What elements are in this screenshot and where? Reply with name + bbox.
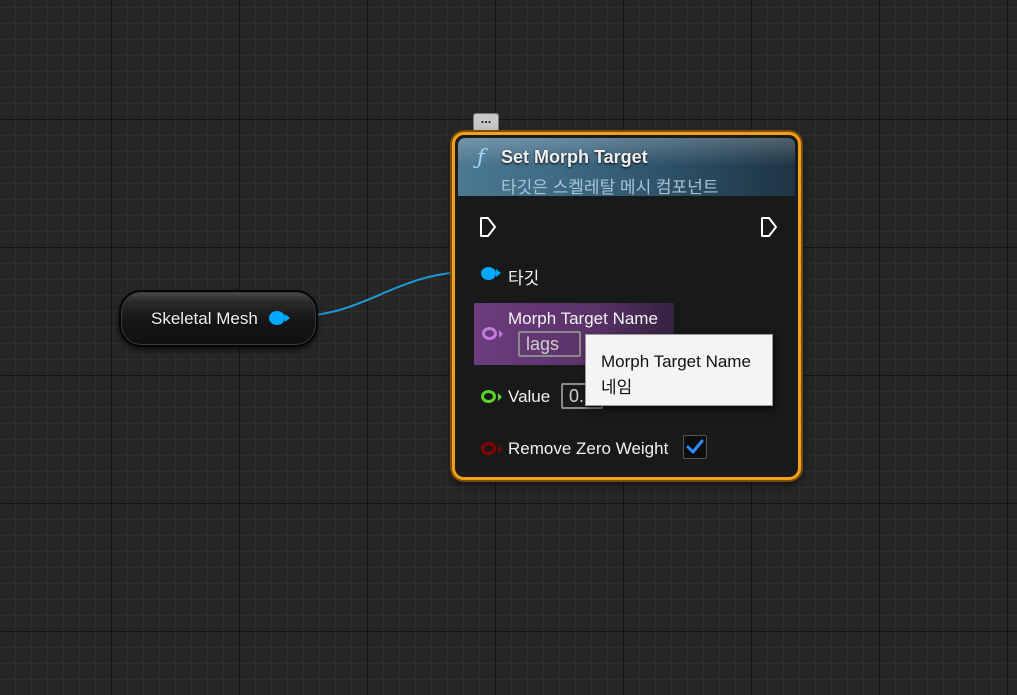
exec-input-arrow-icon[interactable] [479,216,497,238]
skeletal-mesh-output-pin[interactable] [269,311,290,325]
target-input-pin[interactable] [481,267,501,280]
morph-target-name-label: Morph Target Name [508,309,658,328]
skeletal-mesh-label: Skeletal Mesh [151,309,258,328]
target-label: 타깃 [508,269,540,288]
tooltip-title: Morph Target Name [601,352,751,371]
node-body: ƒ Set Morph Target 타깃은 스켈레탈 메시 컴포넌트 타깃 M… [458,138,795,474]
value-pin-arrow-icon [498,393,502,401]
remove-zero-weight-pin-arrow-icon [498,445,502,453]
set-morph-target-node[interactable]: ƒ Set Morph Target 타깃은 스켈레탈 메시 컴포넌트 타깃 M… [452,132,801,480]
morph-target-name-input[interactable]: lags [518,331,581,357]
pin-tooltip: Morph Target Name 네임 [585,334,773,406]
tooltip-body: 네임 [601,378,633,397]
comment-bubble-icon[interactable]: ... [473,112,499,137]
morph-target-name-pin[interactable] [482,327,497,340]
checkmark-icon [686,439,704,454]
node-subtitle: 타깃은 스켈레탈 메시 컴포넌트 [501,178,719,197]
value-label: Value [508,387,551,406]
exec-output-arrow-icon[interactable] [760,216,778,238]
morph-target-name-pin-arrow-icon [499,330,503,338]
skeletal-mesh-variable-node[interactable]: Skeletal Mesh [119,290,318,347]
remove-zero-weight-checkbox[interactable] [683,435,707,459]
value-input-pin[interactable] [481,390,496,403]
function-f-icon: ƒ [477,145,485,169]
node-header[interactable]: ƒ Set Morph Target 타깃은 스켈레탈 메시 컴포넌트 [458,138,795,197]
node-title: Set Morph Target [501,147,648,167]
remove-zero-weight-pin[interactable] [481,442,496,455]
remove-zero-weight-label: Remove Zero Weight [508,439,669,458]
